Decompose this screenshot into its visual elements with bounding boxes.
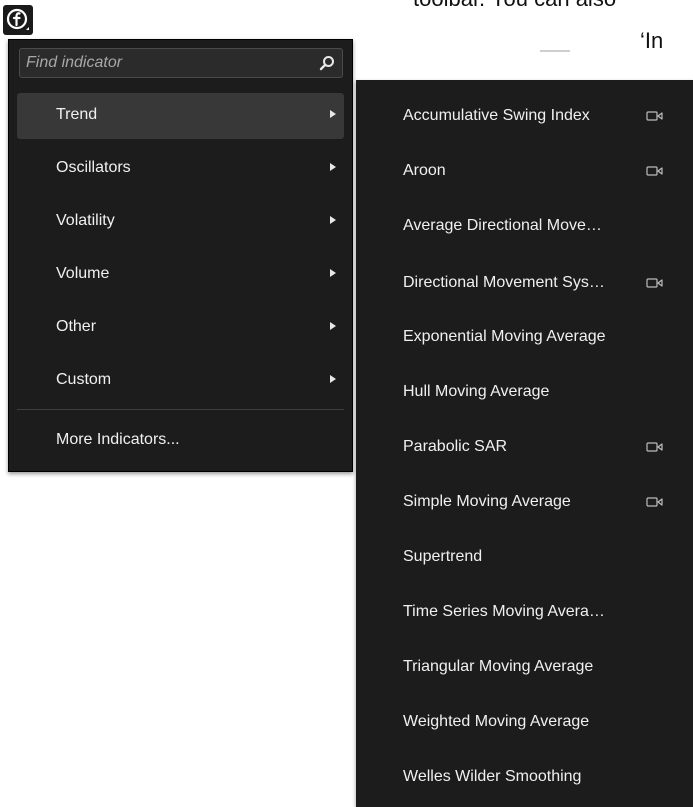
video-icon[interactable] [646, 441, 664, 453]
indicator-item[interactable]: Average Directional Move… [356, 199, 693, 253]
document-text-line: ‘In [640, 28, 664, 53]
indicator-f-icon [6, 8, 29, 30]
category-item-custom[interactable]: Custom [17, 358, 344, 404]
category-label: Oscillators [56, 159, 131, 176]
find-indicator-input[interactable] [26, 49, 306, 77]
document-smudge [540, 50, 570, 52]
category-item-trend[interactable]: Trend [17, 93, 344, 139]
indicator-item[interactable]: Hull Moving Average [356, 365, 693, 419]
indicator-item[interactable]: Aroon [356, 144, 693, 198]
indicator-item[interactable]: Accumulative Swing Index [356, 89, 693, 143]
submenu-arrow-icon [330, 216, 336, 224]
video-icon[interactable] [646, 165, 664, 177]
indicator-label: Aroon [403, 162, 446, 179]
indicator-label: Hull Moving Average [403, 383, 550, 400]
indicator-label: Supertrend [403, 548, 483, 565]
category-item-oscillators[interactable]: Oscillators [17, 146, 344, 192]
indicator-label: Parabolic SAR [403, 438, 508, 455]
submenu-arrow-icon [330, 322, 336, 330]
more-indicators-item[interactable]: More Indicators... [17, 420, 344, 460]
submenu-arrow-icon [330, 163, 336, 171]
indicator-item[interactable]: Time Series Moving Avera… [356, 585, 693, 639]
video-icon[interactable] [646, 277, 664, 289]
video-icon[interactable] [646, 496, 664, 508]
indicator-label: Simple Moving Average [403, 493, 571, 510]
submenu-arrow-icon [330, 110, 336, 118]
category-label: Trend [56, 106, 98, 123]
indicator-label: Average Directional Move… [403, 217, 602, 234]
indicator-label: Triangular Moving Average [403, 658, 594, 675]
menu-divider [17, 409, 344, 410]
indicator-item[interactable]: Triangular Moving Average [356, 640, 693, 694]
indicator-label: Weighted Moving Average [403, 713, 590, 730]
indicator-menu: Trend Oscillators Volatility Volume Othe… [8, 39, 353, 472]
indicator-item[interactable]: Supertrend [356, 530, 693, 584]
category-item-volume[interactable]: Volume [17, 252, 344, 298]
indicator-label: Time Series Moving Avera… [403, 603, 605, 620]
indicator-label: Accumulative Swing Index [403, 107, 590, 124]
search-box [19, 48, 343, 78]
category-item-volatility[interactable]: Volatility [17, 199, 344, 245]
indicator-item[interactable]: Weighted Moving Average [356, 695, 693, 749]
trend-submenu: Accumulative Swing Index Aroon Average D… [356, 80, 693, 807]
category-label: Custom [56, 371, 112, 388]
indicator-item[interactable]: Welles Wilder Smoothing [356, 750, 693, 804]
search-icon[interactable] [319, 55, 335, 71]
category-label: Volatility [56, 212, 115, 229]
submenu-arrow-icon [330, 375, 336, 383]
submenu-arrow-icon [330, 269, 336, 277]
indicator-label: Directional Movement Sys… [403, 274, 605, 291]
indicator-item[interactable]: Directional Movement Sys… [356, 256, 693, 310]
indicator-label: Exponential Moving Average [403, 328, 606, 345]
indicator-item[interactable]: Parabolic SAR [356, 420, 693, 474]
more-indicators-label: More Indicators... [56, 431, 180, 448]
indicator-item[interactable]: Exponential Moving Average [356, 310, 693, 364]
document-text-line: toolbar. You can also [413, 0, 616, 12]
indicator-item[interactable]: Simple Moving Average [356, 475, 693, 529]
category-item-other[interactable]: Other [17, 305, 344, 351]
category-label: Volume [56, 265, 110, 282]
indicator-label: Welles Wilder Smoothing [403, 768, 582, 785]
category-label: Other [56, 318, 97, 335]
video-icon[interactable] [646, 110, 664, 122]
category-list: Trend Oscillators Volatility Volume Othe… [9, 93, 352, 411]
indicators-button[interactable] [3, 5, 33, 35]
